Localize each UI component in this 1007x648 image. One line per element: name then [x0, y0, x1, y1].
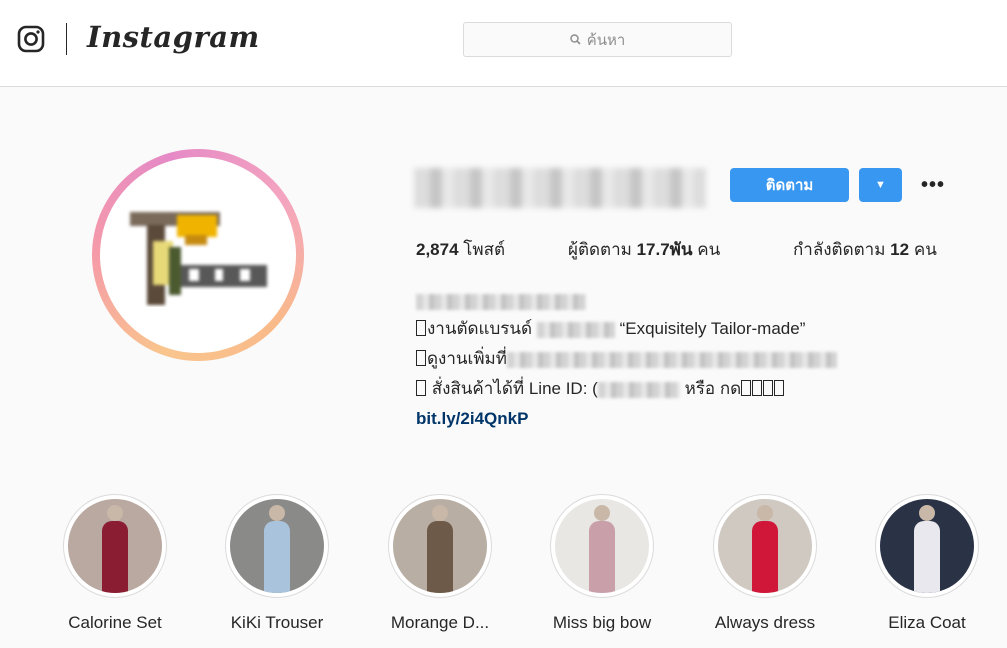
- profile-avatar[interactable]: [92, 149, 304, 361]
- emoji-glyph: [416, 320, 426, 336]
- highlight-item[interactable]: Miss big bow: [537, 494, 667, 633]
- highlight-item[interactable]: Morange D...: [375, 494, 505, 633]
- bio-line-more-work: ดูงานเพิ่มที่: [416, 344, 837, 374]
- instagram-wordmark[interactable]: Instagram: [87, 20, 260, 54]
- highlight-cover: [230, 499, 324, 593]
- followers-unit: คน: [697, 240, 721, 259]
- search-input[interactable]: ค้นหา: [463, 22, 732, 57]
- highlight-figure: [914, 521, 940, 593]
- posts-label: โพสต์: [463, 240, 506, 259]
- highlight-cover: [555, 499, 649, 593]
- username-blurred: [414, 168, 706, 208]
- chevron-down-icon: ▼: [875, 179, 886, 191]
- posts-stat: 2,874 โพสต์: [416, 236, 505, 263]
- bio-link[interactable]: bit.ly/2i4QnkP: [416, 404, 528, 434]
- top-navigation-bar: Instagram ค้นหา: [0, 0, 1007, 87]
- search-placeholder: ค้นหา: [586, 31, 626, 49]
- highlight-item[interactable]: KiKi Trouser: [212, 494, 342, 633]
- highlight-figure-head: [919, 505, 935, 521]
- highlight-label: Eliza Coat: [888, 613, 966, 632]
- followers-count: 17.7พัน: [636, 240, 693, 259]
- highlight-item[interactable]: Eliza Coat: [862, 494, 992, 633]
- highlight-label: Miss big bow: [552, 613, 652, 632]
- highlight-figure-head: [269, 505, 285, 521]
- highlight-figure: [752, 521, 778, 593]
- follow-button[interactable]: ติดตาม: [730, 168, 849, 202]
- following-unit: คน: [913, 240, 937, 259]
- highlight-cover: [718, 499, 812, 593]
- highlight-figure: [589, 521, 615, 593]
- followers-stat[interactable]: ผู้ติดตาม 17.7พัน คน: [568, 236, 720, 263]
- following-count: 12: [890, 240, 910, 259]
- highlight-label: Always dress: [714, 613, 816, 632]
- highlight-label: Calorine Set: [68, 613, 162, 632]
- highlight-figure-head: [594, 505, 610, 521]
- following-label: กำลังติดตาม: [793, 240, 886, 259]
- highlight-figure: [102, 521, 128, 593]
- emoji-glyph: [416, 350, 426, 366]
- highlight-label: KiKi Trouser: [230, 613, 324, 632]
- highlight-item[interactable]: Always dress: [700, 494, 830, 633]
- highlight-cover: [68, 499, 162, 593]
- highlight-figure-head: [757, 505, 773, 521]
- emoji-glyph: [416, 380, 426, 396]
- following-stat[interactable]: กำลังติดตาม 12 คน: [793, 236, 937, 263]
- highlight-figure-head: [107, 505, 123, 521]
- instagram-camera-icon[interactable]: [17, 25, 45, 53]
- more-options-icon[interactable]: •••: [918, 170, 948, 200]
- brand-logo-image: [130, 212, 267, 305]
- highlight-cover: [393, 499, 487, 593]
- search-icon: [569, 34, 581, 45]
- suggestions-dropdown-button[interactable]: ▼: [859, 168, 902, 202]
- bio-line-brand: งานตัดแบรนด์ “Exquisitely Tailor-made”: [416, 314, 805, 344]
- highlight-figure: [264, 521, 290, 593]
- full-name-blurred: [416, 286, 586, 316]
- posts-count: 2,874: [416, 240, 459, 259]
- nav-divider: [66, 23, 67, 55]
- highlight-label: Morange D...: [390, 613, 490, 632]
- highlight-cover: [880, 499, 974, 593]
- avatar-image: [100, 157, 296, 353]
- bio-line-order: สั่งสินค้าได้ที่ Line ID: ( หรือ กด: [416, 374, 785, 404]
- followers-label: ผู้ติดตาม: [568, 240, 632, 259]
- highlight-figure: [427, 521, 453, 593]
- highlight-figure-head: [432, 505, 448, 521]
- highlight-item[interactable]: Calorine Set: [50, 494, 180, 633]
